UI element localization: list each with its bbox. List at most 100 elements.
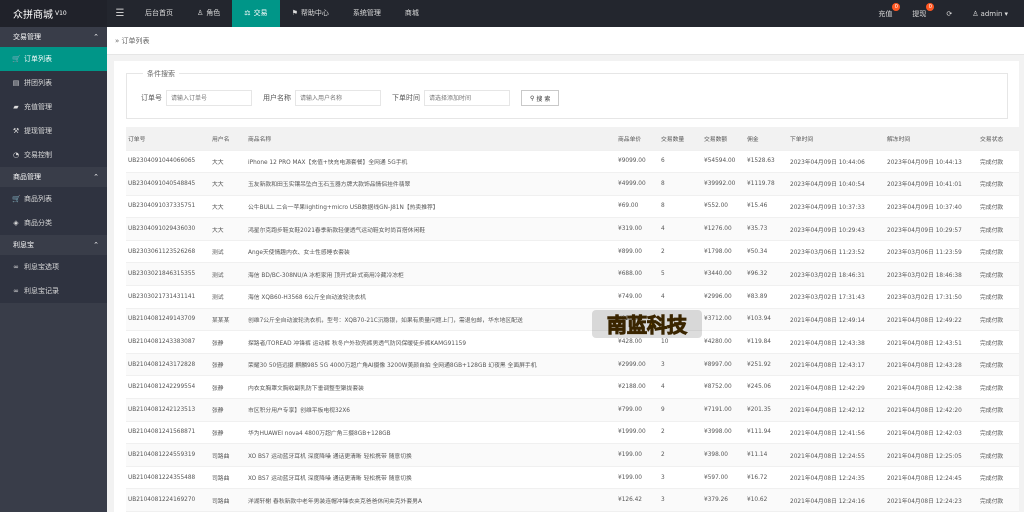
sidebar-item-goods-list[interactable]: 🛒 商品列表 — [0, 187, 107, 211]
table-cell: 2021年04月08日 12:41:56 — [788, 421, 885, 445]
sidebar-item-label: 拼团列表 — [24, 79, 52, 87]
table-cell: ¥799.00 — [616, 398, 659, 422]
nav-item-trade[interactable]: ⚖ 交易 — [232, 0, 280, 27]
column-header: 商品名称 — [246, 127, 616, 151]
nav-item-system[interactable]: 系统管理 — [341, 0, 393, 27]
table-cell: 2 — [659, 240, 702, 264]
table-cell: 2021年04月08日 12:42:38 — [885, 375, 978, 400]
table-cell: 2023年04月09日 10:44:06 — [788, 150, 885, 174]
recharge-badge: 0 — [892, 3, 901, 11]
table-row[interactable]: UB2104081241568871 张静 华为HUAWEI nova4 4800万… — [126, 421, 1019, 445]
table-cell: 3 — [659, 488, 702, 512]
table-row[interactable]: UB2104081242299554 张静 内衣女胸罩文胸收副乳防下垂调整型聚拢套装… — [126, 375, 1019, 400]
search-button[interactable]: ⚲ 搜 索 — [521, 90, 560, 106]
table-row[interactable]: UB2303061123526268 测试 Ange天使情趣内衣、女士性感睡衣套装 ¥… — [126, 240, 1019, 264]
sidebar-group-interest[interactable]: 利息宝 ⌃ — [0, 235, 107, 255]
table-cell: XO BS7 运动蓝牙耳机 深度降噪 通话更清晰 轻松携带 随意切换 — [246, 466, 616, 490]
sidebar-item-interest-records[interactable]: ∞ 利息宝记录 — [0, 279, 107, 303]
table-row[interactable]: UB2104081224355488 司路曲 XO BS7 运动蓝牙耳机 深度降噪 … — [126, 466, 1019, 490]
table-cell: UB2304091037335751 — [126, 195, 210, 219]
table-cell: ¥398.00 — [702, 443, 745, 467]
table-cell: ¥103.94 — [745, 308, 788, 332]
column-header: 下单时间 — [788, 127, 885, 151]
table-cell: ¥379.26 — [702, 488, 745, 512]
sidebar-item-label: 充值管理 — [24, 103, 52, 111]
user-icon: ♙ — [972, 9, 979, 18]
table-cell: Ange天使情趣内衣、女士性感睡衣套装 — [246, 240, 616, 264]
table-row[interactable]: UB2304091044066065 大大 iPhone 12 PRO MAX【充值… — [126, 150, 1019, 174]
sidebar-item-orders[interactable]: 🛒 订单列表 — [0, 47, 107, 71]
table-cell: 测试 — [210, 285, 246, 309]
table-cell: 2023年04月09日 10:40:54 — [788, 172, 885, 196]
table-cell: ¥39992.00 — [702, 172, 745, 196]
table-cell: ¥552.00 — [702, 195, 745, 219]
sidebar-item-goods-category[interactable]: ◈ 商品分类 — [0, 211, 107, 235]
sidebar-group-trade[interactable]: 交易管理 ⌃ — [0, 27, 107, 47]
recharge-link[interactable]: 充值 0 — [868, 0, 902, 27]
table-row[interactable]: UB2304091037335751 大大 公牛BULL 二合一苹果lighting… — [126, 195, 1019, 219]
sidebar-item-trade-control[interactable]: ◔ 交易控制 — [0, 143, 107, 167]
group-label: 交易管理 — [13, 33, 41, 41]
table-cell: ¥319.00 — [616, 217, 659, 241]
nav-item-home[interactable]: 后台首页 — [133, 0, 185, 27]
sidebar-item-interest-options[interactable]: ∞ 利息宝选项 — [0, 255, 107, 279]
table-cell: UB2104081241568871 — [126, 421, 210, 445]
sidebar-group-goods[interactable]: 商品管理 ⌃ — [0, 167, 107, 187]
app-logo[interactable]: 众拼商城 V10 — [0, 0, 107, 27]
table-cell: 荣耀30 50倍远摄 麒麟985 5G 4000万超广角AI摄像 3200W美颜… — [246, 353, 616, 377]
table-row[interactable]: UB2104081243172828 张静 荣耀30 50倍远摄 麒麟985 5G … — [126, 353, 1019, 377]
table-cell: 创维7公斤全自动波轮洗衣机，型号：XQB70-21C沉稳银，如果有质量问题上门，… — [246, 308, 616, 332]
nav-item-role[interactable]: ♙ 角色 — [185, 0, 232, 27]
table-cell: UB2104081242123513 — [126, 398, 210, 422]
table-cell: 大大 — [210, 150, 246, 174]
table-cell: 4 — [659, 217, 702, 241]
nav-label: 交易 — [253, 9, 268, 17]
table-cell: 司路曲 — [210, 443, 246, 467]
withdraw-link[interactable]: 提现 0 — [902, 0, 936, 27]
table-cell: 2021年04月08日 12:24:55 — [788, 443, 885, 467]
table-cell: 完成付款 — [978, 330, 1019, 354]
table-row[interactable]: UB2303021731431141 测试 海信 XQB60-H3568 6公斤全自… — [126, 285, 1019, 309]
nav-label: 帮助中心 — [300, 9, 329, 17]
hammer-icon: ⚒ — [12, 127, 20, 135]
table-row[interactable]: UB2104081249143709 某某某 创维7公斤全自动波轮洗衣机，型号：XQ… — [126, 308, 1019, 332]
search-fieldset: 条件搜索 订单号 用户名称 下单时间 ⚲搜 索 — [126, 69, 1008, 119]
table-cell: 2021年04月08日 12:42:12 — [788, 398, 885, 422]
sidebar-item-group-buy[interactable]: ▤ 拼团列表 — [0, 71, 107, 95]
table-row[interactable]: UB2304091029436030 大大 鸿星尔克跑步鞋女鞋2021春季新款轻便透… — [126, 217, 1019, 241]
top-right: 充值 0 提现 0 ⟳ ♙ admin ▾ — [868, 0, 1024, 27]
table-row[interactable]: UB2104081224559319 司路曲 XO BS7 运动蓝牙耳机 深度降噪 … — [126, 443, 1019, 467]
user-name: admin — [980, 9, 1003, 18]
table-row[interactable]: UB2104081224169270 司路曲 洋湖轩榭 春秋新款中老年男装连帽冲锋衣… — [126, 488, 1019, 512]
table-cell: 鸿星尔克跑步鞋女鞋2021春季新款轻便透气运动鞋女时尚百搭休闲鞋 — [246, 217, 616, 241]
table-cell: 某某某 — [210, 308, 246, 332]
sidebar-item-withdraw[interactable]: ⚒ 提现管理 — [0, 119, 107, 143]
app-title: 众拼商城 — [13, 10, 53, 21]
table-cell: ¥899.00 — [616, 240, 659, 264]
table-cell: 2023年03月02日 17:31:43 — [788, 285, 885, 309]
table-cell: 2023年03月06日 11:23:59 — [885, 240, 978, 264]
table-cell: 6 — [659, 150, 702, 174]
order-input[interactable] — [166, 90, 252, 106]
table-row[interactable]: UB2104081243383087 张静 探路者/TOREAD 冲锋裤 运动裤 秋… — [126, 330, 1019, 354]
table-cell: 华为HUAWEI nova4 4800万超广角三摄8GB+128GB — [246, 421, 616, 445]
table-cell: UB2304091040548845 — [126, 172, 210, 196]
time-input[interactable] — [424, 90, 510, 106]
user-menu[interactable]: ♙ admin ▾ — [962, 0, 1018, 27]
table-cell: ¥251.92 — [745, 353, 788, 377]
table-cell: UB2104081224559319 — [126, 443, 210, 467]
user-input[interactable] — [295, 90, 381, 106]
table-row[interactable]: UB2104081242123513 张静 市区积分用户专享】创维平板电视32X6 ¥… — [126, 398, 1019, 422]
orders-table: 订单号 用户名 商品名称 商品单价 交易数量 交易数额 佣金 下单时间 解冻时间 交易状态 UB2… — [126, 127, 1019, 512]
table-cell: 完成付款 — [978, 466, 1019, 490]
sidebar-item-recharge[interactable]: ▰ 充值管理 — [0, 95, 107, 119]
table-row[interactable]: UB2303021846315355 测试 海信 BD/BC-308NU/A 冰柜家… — [126, 262, 1019, 287]
table-cell: 完成付款 — [978, 443, 1019, 467]
table-row[interactable]: UB2304091040548845 大大 玉友新款和田玉实镶吊坠白玉石玉器方牌大款… — [126, 172, 1019, 196]
table-cell: ¥7191.00 — [702, 398, 745, 422]
refresh-icon[interactable]: ⟳ — [936, 0, 962, 27]
nav-item-mall[interactable]: 商城 — [393, 0, 431, 27]
table-cell: 2021年04月08日 12:42:03 — [885, 421, 978, 445]
menu-toggle-icon[interactable]: ☰ — [107, 8, 133, 19]
nav-item-help[interactable]: ⚑ 帮助中心 — [280, 0, 341, 27]
